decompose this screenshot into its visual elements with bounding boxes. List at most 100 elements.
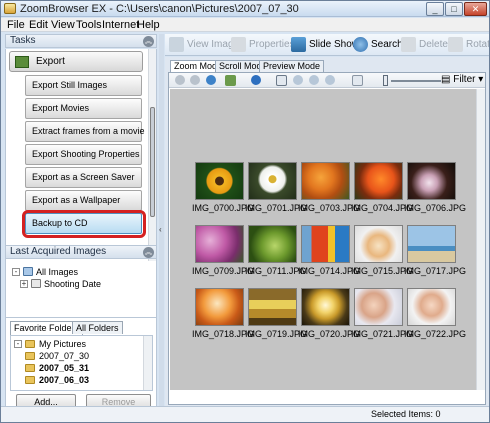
thumbnail-image[interactable] (301, 162, 350, 200)
filter-dropdown[interactable]: ▤ Filter ▾ (441, 74, 483, 85)
thumbnail-caption: IMG_0720.JPG (298, 329, 361, 339)
properties-label: Properties (249, 39, 295, 50)
left-pane: Tasks ︽ Export Export Still Images Expor… (5, 34, 157, 412)
thumbnail-image[interactable] (407, 288, 456, 326)
delete-label: Delete (419, 39, 448, 50)
task-export-still-images[interactable]: Export Still Images (25, 75, 142, 96)
search-icon (353, 37, 368, 52)
pane-splitter[interactable]: ‹ (159, 34, 164, 412)
thumbnail-caption: IMG_0721.JPG (351, 329, 414, 339)
thumbnail-image[interactable] (248, 288, 297, 326)
thumbnail-caption: IMG_0717.JPG (404, 266, 467, 276)
favorites-scrollbar[interactable] (143, 336, 152, 390)
collapse-left-icon[interactable]: ‹ (159, 224, 164, 236)
menu-tools[interactable]: Tools (76, 19, 102, 31)
thumbnail-image[interactable] (354, 225, 403, 263)
folder-2007-05-31[interactable]: 2007_05_31 (39, 363, 89, 373)
tree-expander[interactable]: + (20, 280, 28, 288)
folder-icon (25, 364, 35, 372)
tree-expander[interactable]: - (12, 268, 20, 276)
tree-all-images[interactable]: All Images (36, 267, 78, 277)
thumbnail-scrollbar[interactable] (476, 89, 485, 390)
favorite-folders-tree: - My Pictures 2007_07_30 2007_05_31 2007… (10, 335, 153, 391)
tasks-panel: Export Export Still Images Export Movies… (5, 49, 157, 274)
thumbnail-size-slider[interactable] (391, 80, 441, 82)
task-extract-frames[interactable]: Extract frames from a movie (25, 121, 145, 142)
menu-view[interactable]: View (51, 19, 75, 31)
task-export-wallpaper[interactable]: Export as a Wallpaper (25, 190, 142, 211)
thumbnail-caption: IMG_0714.JPG (298, 266, 361, 276)
calendar-icon (31, 279, 41, 288)
export-label: Export (36, 56, 65, 67)
task-export-shooting-properties[interactable]: Export Shooting Properties (25, 144, 142, 165)
fit-view-icon[interactable] (352, 75, 363, 86)
thumbnail-image[interactable] (301, 288, 350, 326)
chevron-down-icon: ▾ (475, 74, 484, 85)
thumbnail-image[interactable] (301, 225, 350, 263)
all-images-icon (23, 267, 33, 276)
thumbnail-image[interactable] (407, 225, 456, 263)
thumbnail-image[interactable] (407, 162, 456, 200)
up-folder-icon[interactable] (206, 75, 216, 85)
thumbnail-caption: IMG_0704.JPG (351, 203, 414, 213)
select-pointer-icon[interactable] (276, 75, 287, 86)
search-label: Search (371, 39, 403, 50)
back-icon[interactable] (175, 75, 185, 85)
info-icon[interactable] (251, 75, 261, 85)
main-area: Zoom Mode Scroll Mode Preview Mode ▤ Fil… (165, 57, 489, 406)
thumbnail-image[interactable] (195, 162, 244, 200)
thumbnail-image[interactable] (248, 162, 297, 200)
task-label: Export as a Wallpaper (32, 195, 121, 205)
thumbnail-caption: IMG_0711.JPG (245, 266, 307, 276)
menu-help[interactable]: Help (137, 19, 160, 31)
menu-internet[interactable]: Internet (102, 19, 139, 31)
tasks-header: Tasks ︽ (5, 34, 157, 48)
slide-show-label: Slide Show (309, 39, 360, 50)
tree-expander[interactable]: - (14, 340, 22, 348)
view-toolbar: ▤ Filter ▾ (169, 73, 485, 88)
folder-2007-06-03[interactable]: 2007_06_03 (39, 375, 89, 385)
thumbnail-image[interactable] (195, 288, 244, 326)
export-icon (15, 56, 29, 68)
zoom-in-icon[interactable] (293, 75, 303, 85)
zoom-reset-icon[interactable] (325, 75, 335, 85)
menu-edit[interactable]: Edit (29, 19, 48, 31)
trash-icon (401, 37, 416, 52)
thumbnail-caption: IMG_0715.JPG (351, 266, 414, 276)
folder-my-pictures[interactable]: My Pictures (39, 339, 86, 349)
folder-2007-07-30[interactable]: 2007_07_30 (39, 351, 89, 361)
task-label: Extract frames from a movie (32, 126, 145, 136)
maximize-button[interactable]: □ (445, 2, 463, 16)
close-button[interactable]: ✕ (464, 2, 487, 16)
folder-icon (25, 340, 35, 348)
tasks-scrollbar[interactable] (148, 49, 156, 273)
thumbnail-image[interactable] (248, 225, 297, 263)
thumbnail-grid: IMG_0700.JPG IMG_0701.JPG IMG_0703.JPG I… (170, 89, 484, 390)
last-acquired-collapse-icon[interactable]: ︽ (143, 247, 154, 258)
thumbnail-image[interactable] (354, 162, 403, 200)
rotate-icon (448, 37, 463, 52)
thumbnail-image[interactable] (354, 288, 403, 326)
thumbnail-image[interactable] (195, 225, 244, 263)
export-category-button[interactable]: Export (9, 51, 143, 72)
thumbnail-caption: IMG_0719.JPG (245, 329, 308, 339)
status-bar: Selected Items: 0 (1, 406, 489, 422)
highlight-ring (22, 210, 146, 238)
tab-preview-mode[interactable]: Preview Mode (259, 60, 325, 72)
forward-icon[interactable] (190, 75, 200, 85)
minimize-button[interactable]: _ (426, 2, 444, 16)
scrollbar-thumb[interactable] (150, 107, 155, 217)
menu-file[interactable]: File (7, 19, 25, 31)
display-options-icon[interactable] (225, 75, 236, 86)
tab-all-folders[interactable]: All Folders (72, 321, 123, 334)
tasks-collapse-icon[interactable]: ︽ (143, 36, 154, 47)
slider-handle[interactable] (383, 75, 388, 86)
task-export-movies[interactable]: Export Movies (25, 98, 142, 119)
task-label: Export as a Screen Saver (32, 172, 135, 182)
zoom-out-icon[interactable] (309, 75, 319, 85)
slide-show-icon (291, 37, 306, 52)
tree-shooting-date[interactable]: Shooting Date (44, 279, 101, 289)
task-export-screen-saver[interactable]: Export as a Screen Saver (25, 167, 142, 188)
title-bar: ZoomBrowser EX - C:\Users\canon\Pictures… (1, 1, 489, 17)
tasks-title: Tasks (10, 35, 36, 46)
